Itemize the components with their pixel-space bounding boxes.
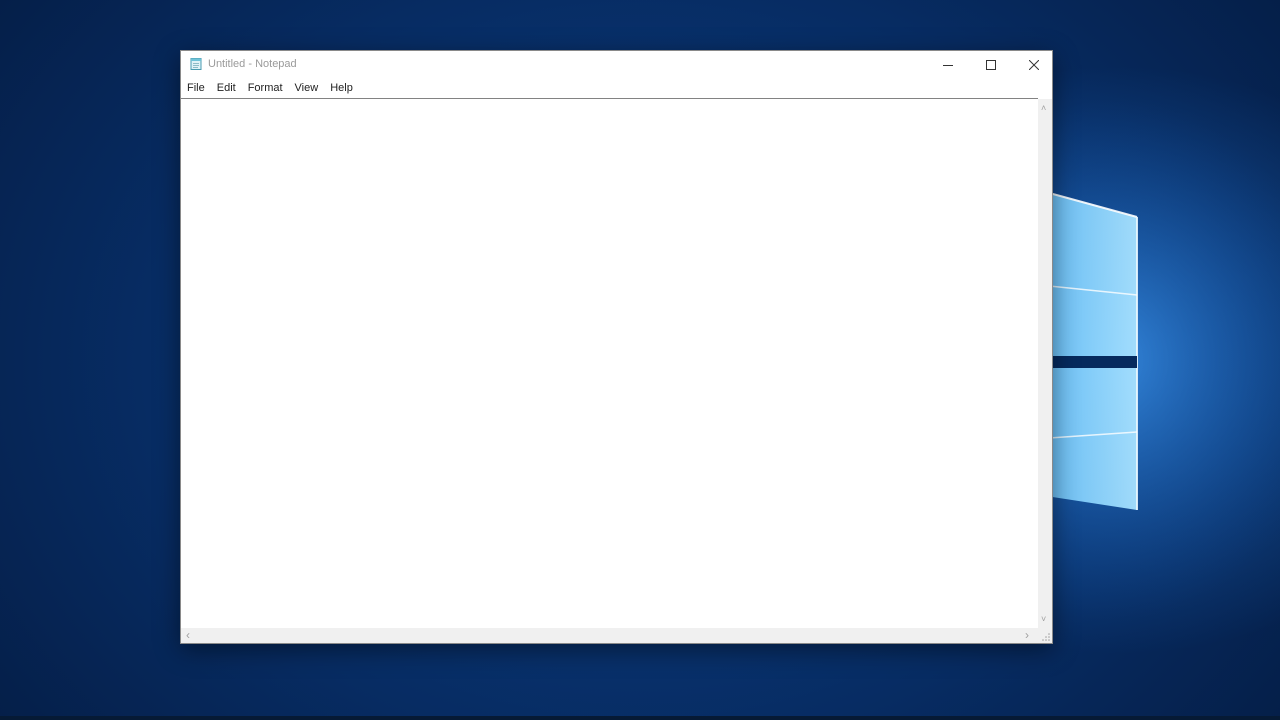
notepad-window[interactable]: Untitled - Notepad File Edit Format View… [180,50,1053,644]
minimize-button[interactable] [926,51,969,79]
horizontal-scrollbar[interactable]: ‹ › [181,628,1038,643]
close-button[interactable] [1012,51,1055,79]
taskbar-edge [0,716,1280,720]
desktop-background: Untitled - Notepad File Edit Format View… [0,0,1280,720]
notepad-icon [190,58,202,70]
menu-bar: File Edit Format View Help [181,79,1052,98]
minimize-icon [942,65,953,66]
maximize-button[interactable] [969,51,1012,79]
menu-edit[interactable]: Edit [211,79,242,98]
window-title: Untitled - Notepad [208,58,297,70]
resize-grip-icon[interactable] [1038,628,1052,643]
resize-dots-icon [1042,633,1050,641]
menu-file[interactable]: File [181,79,211,98]
text-editor-area[interactable] [181,98,1038,628]
scroll-left-arrow-icon[interactable]: ‹ [186,629,190,641]
scroll-down-arrow-icon[interactable]: ˅ [1041,614,1046,624]
title-bar[interactable]: Untitled - Notepad [181,51,1052,79]
close-icon [1028,60,1039,70]
menu-view[interactable]: View [289,79,325,98]
scroll-up-arrow-icon[interactable]: ˄ [1041,103,1046,113]
scroll-right-arrow-icon[interactable]: › [1025,629,1029,641]
menu-format[interactable]: Format [242,79,289,98]
menu-help[interactable]: Help [324,79,359,98]
vertical-scrollbar[interactable]: ˄ ˅ [1038,99,1052,628]
maximize-icon [985,60,996,70]
